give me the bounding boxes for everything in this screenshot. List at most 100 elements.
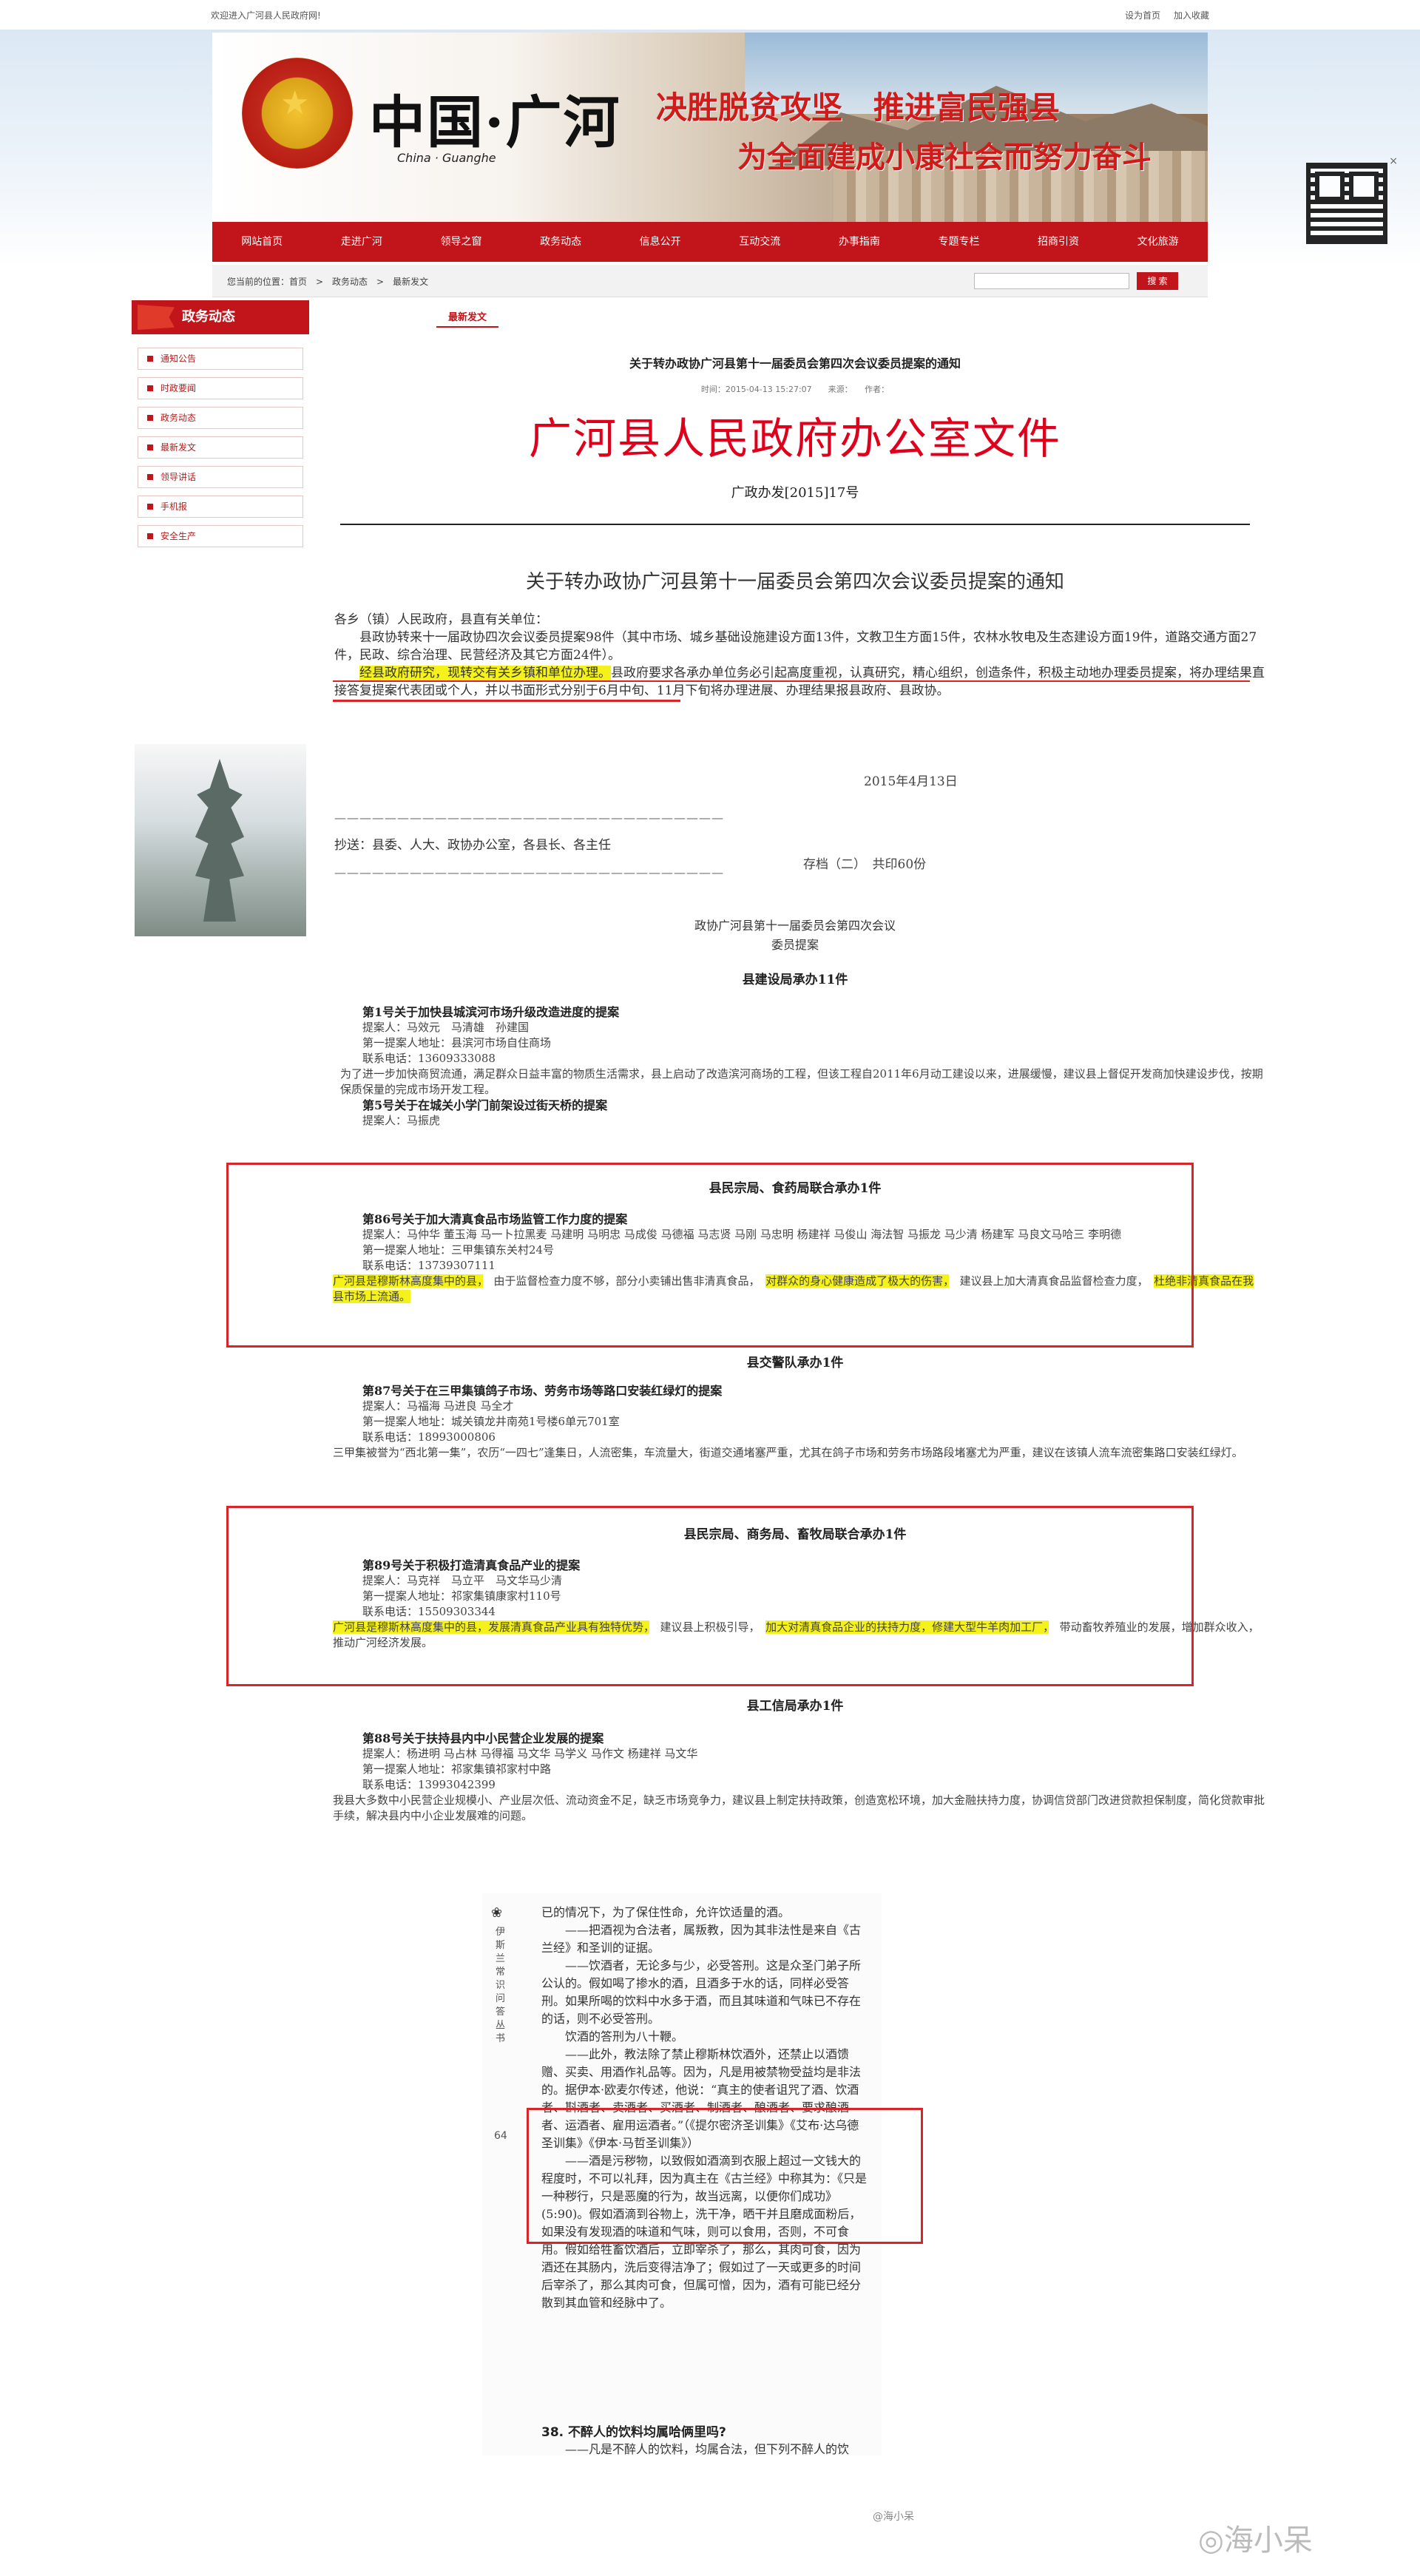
site-logo-cn[interactable]: 中国·广河 — [369, 77, 621, 158]
flag-icon — [138, 305, 175, 330]
proposal-header-2: 委员提案 — [771, 938, 819, 952]
annotation-box — [527, 2108, 923, 2244]
article-meta: 时间：2015-04-13 15:27:07 来源： 作者： — [700, 385, 890, 394]
document-number: 广政办发[2015]17号 — [731, 485, 859, 501]
proposal-title: 第1号关于加快县城滨河市场升级改造进度的提案 — [362, 1005, 620, 1019]
annotation-box — [226, 1163, 1194, 1348]
welcome-text: 欢迎进入广河县人民政府网! — [211, 10, 321, 21]
sidebar-menu: 通知公告 时政要闻 政务动态 最新发文 领导讲话 手机报 安全生产 — [132, 348, 309, 547]
document-subject: 关于转办政协广河县第十一届委员会第四次会议委员提案的通知 — [525, 571, 1064, 593]
proposal-body: 三甲集被誉为“西北第一集”，农历“一四七”逢集日，人流密集，车流量大，街道交通堵… — [333, 1446, 1243, 1459]
divider-dash: ——————————————————————————————— — [334, 811, 724, 825]
sidebar-item-safety[interactable]: 安全生产 — [138, 525, 303, 547]
nav-item-topics[interactable]: 专题专栏 — [909, 222, 1009, 262]
proposal-address: 第一提案人地址：城关镇龙井南苑1号楼6单元701室 — [362, 1415, 620, 1428]
salutation: 各乡（镇）人民政府，县直有关单位： — [334, 612, 548, 627]
header-rule — [340, 524, 1250, 525]
sidebar-item-gov-news[interactable]: 政务动态 — [138, 407, 303, 429]
nav-item-news[interactable]: 政务动态 — [511, 222, 611, 262]
book-series-title: 伊斯兰常识问答丛书 — [496, 1927, 506, 2044]
sidebar-item-mobile-news[interactable]: 手机报 — [138, 496, 303, 518]
book-paragraph: ——把酒视为合法者，属叛教，因为其非法性是来自《古兰经》和圣训的证据。 — [541, 1923, 862, 1955]
nav-item-disclosure[interactable]: 信息公开 — [610, 222, 710, 262]
site-logo-en: China · Guanghe — [397, 151, 496, 165]
sidebar-item-speeches[interactable]: 领导讲话 — [138, 466, 303, 488]
proposal-title: 第87号关于在三甲集镇鸽子市场、劳务市场等路口安装红绿灯的提案 — [362, 1384, 723, 1398]
proposal-people: 提案人：马效元 马清雄 孙建国 — [362, 1021, 530, 1034]
proposal-header-1: 政协广河县第十一届委员会第四次会议 — [694, 919, 896, 933]
top-bar: 欢迎进入广河县人民政府网! 设为首页 加入收藏 — [211, 0, 1209, 30]
weibo-watermark: @海小呆 — [873, 2511, 914, 2523]
annotation-box — [226, 1506, 1194, 1686]
banner-slogan-2: 为全面建成小康社会而努力奋斗 — [737, 141, 1152, 175]
search-button[interactable]: 搜 索 — [1137, 272, 1178, 290]
document-body: 各乡（镇）人民政府，县直有关单位： 县政协转来十一届政协四次会议委员提案98件（… — [334, 611, 1266, 700]
breadcrumb-bar: 您当前的位置：首页 > 政务动态 > 最新发文 搜 索 — [212, 265, 1208, 297]
paragraph-2: 经县政府研究，现转交有关乡镇和单位办理。县政府要求各承办单位务必引起高度重视，认… — [334, 664, 1266, 700]
qr-code: × — [1306, 155, 1398, 251]
proposal-title: 第88号关于扶持县内中小民营企业发展的提案 — [362, 1731, 604, 1745]
sidebar-item-notices[interactable]: 通知公告 — [138, 348, 303, 370]
proposal-address: 第一提案人地址：县滨河市场自住商场 — [362, 1036, 552, 1049]
nav-item-services[interactable]: 办事指南 — [810, 222, 910, 262]
main-nav: 网站首页 走进广河 领导之窗 政务动态 信息公开 互动交流 办事指南 专题专栏 … — [212, 222, 1208, 262]
proposal-phone: 联系电话：13993042399 — [362, 1778, 496, 1791]
proposal-people: 提案人：马福海 马进良 马全才 — [362, 1399, 514, 1413]
nav-item-tourism[interactable]: 文化旅游 — [1108, 222, 1208, 262]
sidebar-item-politics-news[interactable]: 时政要闻 — [138, 377, 303, 399]
document-date: 2015年4月13日 — [864, 774, 958, 789]
page-number: 64 — [494, 2130, 507, 2142]
highlight-1: 经县政府研究，现转交有关乡镇和单位办理。 — [359, 666, 611, 680]
proposal-body: 为了进一步加快商贸流通，满足群众日益丰富的物质生活需求，县上启动了改造滨河商场的… — [340, 1067, 1263, 1096]
banner-slogan-1: 决胜脱贫攻坚 推进富民强县 — [656, 89, 1061, 126]
document-red-header: 广河县人民政府办公室文件 — [528, 413, 1061, 464]
nav-item-investment[interactable]: 招商引资 — [1009, 222, 1109, 262]
article-content: 最新发文 关于转办政协广河县第十一届委员会第四次会议委员提案的通知 时间：201… — [318, 300, 1272, 1822]
nav-item-leaders[interactable]: 领导之窗 — [411, 222, 511, 262]
nav-item-about[interactable]: 走进广河 — [312, 222, 412, 262]
proposal-address: 第一提案人地址：祁家集镇祁家村中路 — [362, 1762, 552, 1776]
tab-latest-docs[interactable]: 最新发文 — [436, 306, 499, 328]
proposal-1: 第1号关于加快县城滨河市场升级改造进度的提案 提案人：马效元 马清雄 孙建国 第… — [340, 1004, 1265, 1129]
section-title: 县建设局承办11件 — [742, 973, 848, 987]
divider-dash: ——————————————————————————————— — [334, 865, 724, 879]
weibo-big-watermark: ◎海小呆 — [1198, 2523, 1313, 2558]
flower-ornament-icon: ❀ — [491, 1905, 503, 1921]
book-paragraph: 饮酒的答刑为八十鞭。 — [565, 2029, 684, 2043]
breadcrumb[interactable]: 您当前的位置：首页 > 政务动态 > 最新发文 — [227, 275, 428, 288]
site-banner: ★ 中国·广河 China · Guanghe 决胜脱贫攻坚 推进富民强县 为全… — [212, 33, 1208, 222]
article-title: 关于转办政协广河县第十一届委员会第四次会议委员提案的通知 — [629, 356, 961, 371]
pagoda-icon — [195, 759, 244, 922]
proposal-88: 第88号关于扶持县内中小民营企业发展的提案 提案人：杨进明 马占林 马得福 马文… — [333, 1731, 1265, 1824]
nav-item-home[interactable]: 网站首页 — [212, 222, 312, 262]
add-favorite-link[interactable]: 加入收藏 — [1174, 10, 1209, 21]
book-paragraph: ——饮酒者，无论多与少，必受答刑。这是众圣门弟子所公认的。假如喝了掺水的酒，且酒… — [541, 1958, 862, 2026]
sidebar-item-latest-docs[interactable]: 最新发文 — [138, 436, 303, 459]
archive-note: 存档（二） 共印60份 — [803, 857, 927, 872]
cc-line: 抄送：县委、人大、政协办公室，各县长、各主任 — [334, 838, 611, 853]
section-title: 县交警队承办1件 — [746, 1356, 844, 1370]
close-icon[interactable]: × — [1389, 155, 1398, 167]
book-paragraph: ——凡是不醉人的饮料，均属合法，但下列不醉人的饮 — [565, 2442, 850, 2456]
search-input[interactable] — [974, 273, 1129, 289]
book-line: 已的情况下，为了保住性命，允许饮适量的酒。 — [541, 1905, 791, 1919]
pagoda-image — [135, 744, 306, 936]
nav-item-interaction[interactable]: 互动交流 — [710, 222, 810, 262]
sidebar-header: 政务动态 — [132, 300, 309, 334]
proposal-title: 第5号关于在城关小学门前架设过街天桥的提案 — [362, 1098, 608, 1112]
top-links: 设为首页 加入收藏 — [1115, 9, 1209, 21]
proposal-people: 提案人：杨进明 马占林 马得福 马文华 马学义 马作文 杨建祥 马文华 — [362, 1747, 698, 1760]
paragraph-1: 县政协转来十一届政协四次会议委员提案98件（其中市场、城乡基础设施建设方面13件… — [334, 630, 1257, 663]
red-underline — [333, 680, 1250, 682]
book-question: 38. 不醉人的饮料均属哈俩里吗? — [541, 2425, 726, 2440]
section-title: 县工信局承办1件 — [746, 1699, 844, 1714]
set-home-link[interactable]: 设为首页 — [1125, 10, 1160, 21]
proposal-body: 我县大多数中小民营企业规模小、产业层次低、流动资金不足，缺乏市场竞争力，建议县上… — [333, 1794, 1265, 1822]
red-underline-spacer — [333, 700, 1250, 701]
sidebar: 政务动态 通知公告 时政要闻 政务动态 最新发文 领导讲话 手机报 安全生产 — [132, 300, 309, 936]
sidebar-title: 政务动态 — [182, 309, 235, 325]
national-emblem-icon: ★ — [242, 58, 353, 169]
proposal-phone: 联系电话：13609333088 — [362, 1052, 496, 1065]
proposal-people: 提案人：马振虎 — [362, 1114, 441, 1127]
qr-code-icon — [1306, 163, 1387, 244]
